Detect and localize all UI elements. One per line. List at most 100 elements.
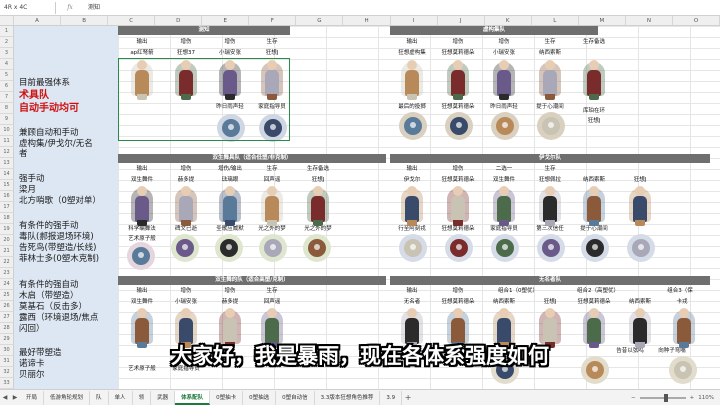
group-bar-xugouji: 虚构集队: [390, 26, 598, 35]
row-header[interactable]: 5: [0, 70, 14, 81]
cell-label: 狂想虚构集: [398, 50, 426, 56]
row-header[interactable]: 12: [0, 147, 14, 158]
column-header[interactable]: N: [625, 16, 673, 26]
sheet-tab[interactable]: 体系配队: [175, 390, 211, 405]
item-orb-icon: [627, 234, 655, 262]
row-header[interactable]: 17: [0, 202, 14, 213]
column-header[interactable]: D: [155, 16, 203, 26]
character-portrait: [397, 58, 427, 100]
cell-label: 狂想莫莉德朵: [441, 50, 475, 56]
row-header[interactable]: 2: [0, 37, 14, 48]
cell-label: 回声谣: [263, 299, 281, 305]
cell-label: 组合3（保: [667, 288, 693, 294]
selection-range: [118, 58, 290, 141]
column-header[interactable]: J: [437, 16, 485, 26]
row-header[interactable]: 15: [0, 180, 14, 191]
sheet-tab[interactable]: 领: [133, 390, 152, 405]
cell-label: 生存备选: [306, 166, 329, 172]
column-header[interactable]: L: [531, 16, 579, 26]
sheet-tab[interactable]: 0塑抽选: [243, 390, 277, 405]
summary-line: 告死鸟(带塑造/长线): [19, 243, 97, 253]
row-header[interactable]: 19: [0, 224, 14, 235]
column-header[interactable]: F: [249, 16, 297, 26]
select-all-corner[interactable]: [0, 16, 14, 26]
zoom-out-icon[interactable]: −: [631, 395, 636, 401]
column-header[interactable]: E: [202, 16, 250, 26]
row-header[interactable]: 18: [0, 213, 14, 224]
column-header[interactable]: B: [61, 16, 109, 26]
row-header[interactable]: 1: [0, 26, 14, 37]
row-header[interactable]: 13: [0, 158, 14, 169]
row-header[interactable]: 28: [0, 323, 14, 334]
row-header[interactable]: 4: [0, 59, 14, 70]
next-sheet-icon[interactable]: ▶: [10, 394, 20, 401]
spreadsheet-area[interactable]: ABCDEFGHIJKLMNO 1 2 3 4 5 6 7 8 9 10 11 12 13 14 15 16 1…: [0, 16, 720, 389]
prev-sheet-icon[interactable]: ◀: [0, 394, 10, 401]
summary-line: 莫基石（反击多）: [19, 302, 88, 312]
cell-label: 艺术原子般: [128, 236, 156, 242]
zoom-level[interactable]: 110%: [698, 395, 714, 401]
row-header[interactable]: 7: [0, 92, 14, 103]
row-header[interactable]: 9: [0, 114, 14, 125]
column-header[interactable]: C: [108, 16, 156, 26]
cell-label: 最后的投掷: [398, 104, 426, 110]
summary-line: 强手动: [19, 174, 45, 184]
summary-line: 目前最强体系: [19, 78, 71, 88]
cell-label: 生存: [544, 39, 556, 45]
column-header[interactable]: M: [578, 16, 626, 26]
row-header[interactable]: 6: [0, 81, 14, 92]
name-box[interactable]: 4R x 4C: [0, 1, 56, 14]
row-header[interactable]: 27: [0, 312, 14, 323]
column-header[interactable]: H: [343, 16, 391, 26]
sheet-tab[interactable]: 武器: [151, 390, 176, 405]
cell-label: 狂想莫莉德朵: [441, 104, 475, 110]
sheet-tab[interactable]: 0塑自动信: [276, 390, 315, 405]
column-header[interactable]: I: [390, 16, 438, 26]
cell-label: 小瑞安张: [218, 50, 241, 56]
add-sheet-icon[interactable]: +: [402, 393, 414, 402]
cell-label: 生存: [266, 39, 278, 45]
row-header[interactable]: 14: [0, 169, 14, 180]
column-header[interactable]: O: [672, 16, 720, 26]
row-header[interactable]: 24: [0, 279, 14, 290]
row-header[interactable]: 11: [0, 136, 14, 147]
sheet-tab[interactable]: 3.9: [380, 390, 403, 405]
row-header[interactable]: 3: [0, 48, 14, 59]
cell-label: ap红弩箭: [130, 50, 154, 56]
sheet-tab[interactable]: 单人: [109, 390, 133, 405]
row-header[interactable]: 33: [0, 378, 14, 389]
character-portrait: [303, 184, 333, 226]
row-header[interactable]: 20: [0, 235, 14, 246]
zoom-in-icon[interactable]: +: [690, 395, 695, 401]
cell-label: 无名者: [403, 299, 421, 305]
zoom-slider[interactable]: [639, 393, 686, 402]
row-header[interactable]: 8: [0, 103, 14, 114]
cell-label: 增伤: [180, 288, 192, 294]
cell-label: 回声谣: [263, 177, 281, 183]
cell-label: 生存: [266, 288, 278, 294]
row-header[interactable]: 25: [0, 290, 14, 301]
row-header[interactable]: 26: [0, 301, 14, 312]
sheet-tab[interactable]: 低游角轮规划: [44, 390, 91, 405]
row-header[interactable]: 21: [0, 246, 14, 257]
item-orb-icon: [491, 234, 519, 262]
row-header[interactable]: 10: [0, 125, 14, 136]
cell-label: 赫多提: [221, 299, 239, 305]
character-portrait: [443, 184, 473, 226]
summary-line: 贝丽尔: [19, 370, 45, 380]
sheet-tab[interactable]: 队: [90, 390, 109, 405]
row-header[interactable]: 22: [0, 257, 14, 268]
sheet-tab[interactable]: 3.3版本狂想角色推荐: [315, 390, 381, 405]
zoom-knob[interactable]: [663, 393, 668, 402]
character-portrait: [579, 184, 609, 226]
row-header[interactable]: 23: [0, 268, 14, 279]
sheet-tab[interactable]: 开局: [20, 390, 45, 405]
character-portrait: [171, 184, 201, 226]
sheet-tab[interactable]: 0塑抽卡: [210, 390, 244, 405]
column-header[interactable]: A: [14, 16, 62, 26]
cell-label: 增伤: [452, 166, 464, 172]
column-header[interactable]: G: [296, 16, 344, 26]
row-header[interactable]: 16: [0, 191, 14, 202]
formula-input[interactable]: 测知: [84, 2, 720, 14]
column-header[interactable]: K: [484, 16, 532, 26]
